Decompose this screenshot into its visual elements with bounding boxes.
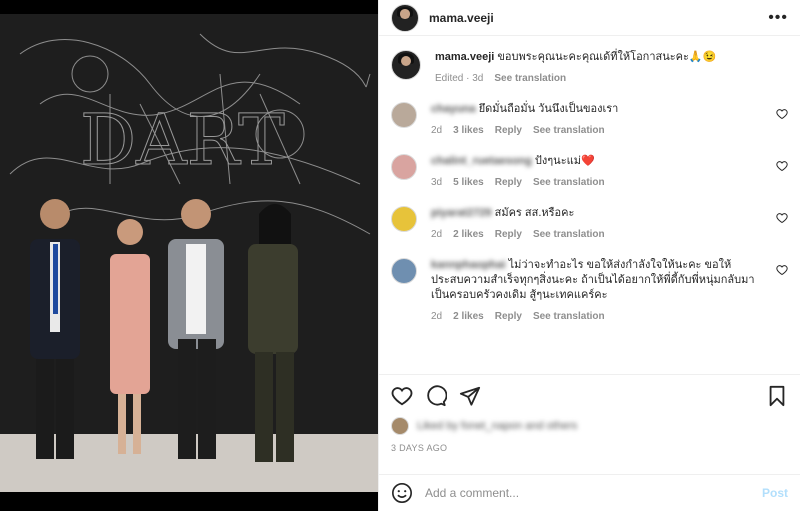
comment-meta: 2d 2 likes Reply See translation [431,229,762,240]
more-horizontal-icon[interactable]: ••• [768,9,788,27]
comment-row: piyarat2729 สมัคร สส.หรือคะ 2d 2 likes R… [391,206,788,240]
comment-heart-icon[interactable] [776,108,788,120]
comments-list[interactable]: mama.veeji ขอบพระคุณนะคะคุณเด้ที่ให้โอกา… [379,36,800,362]
caption-text: mama.veeji ขอบพระคุณนะคะคุณเด้ที่ให้โอกา… [435,50,762,65]
post-viewer: DART mama.veeji ••• mama.veeji ขอบพระคุณ… [0,0,800,511]
caption-row: mama.veeji ขอบพระคุณนะคะคุณเด้ที่ให้โอกา… [391,50,788,84]
post-photo[interactable]: DART [0,0,378,511]
comment-content: สมัคร สส.หรือคะ [494,207,575,219]
caption-body: mama.veeji ขอบพระคุณนะคะคุณเด้ที่ให้โอกา… [435,50,788,84]
author-username[interactable]: mama.veeji [429,11,494,25]
bookmark-icon[interactable] [766,385,788,407]
comment-username[interactable]: piyarat2729 [431,206,492,221]
comment-time: 2d [431,125,443,136]
action-icons [391,385,788,407]
comment-reply-button[interactable]: Reply [495,311,522,322]
comment-content: ยึดมั่นถือมั่น วันนึงเป็นของเรา [478,103,619,115]
caption-username[interactable]: mama.veeji [435,51,494,63]
caption-content: ขอบพระคุณนะคะคุณเด้ที่ให้โอกาสนะคะ🙏😉 [497,51,717,63]
comment-content: ปังๆนะแม่❤️ [534,155,595,167]
comment-username[interactable]: kannphaophai [431,258,506,273]
comment-meta: 2d 2 likes Reply See translation [431,311,762,322]
comment-reply-button[interactable]: Reply [495,177,522,188]
comment-username[interactable]: chalint_ruetaesong [431,154,532,169]
caption-see-translation[interactable]: See translation [494,73,566,84]
comment-text: kannphaophai ไม่ว่าจะทำอะไร ขอให้ส่งกำลั… [431,258,762,303]
group-photo-image: DART [0,14,378,492]
comment-heart-icon[interactable] [776,212,788,224]
comment-see-translation[interactable]: See translation [533,125,605,136]
caption-avatar[interactable] [391,50,421,80]
comment-text: chayuna ยึดมั่นถือมั่น วันนึงเป็นของเรา [431,102,762,117]
comment-see-translation[interactable]: See translation [533,229,605,240]
comment-heart-icon[interactable] [776,264,788,276]
comment-row: kannphaophai ไม่ว่าจะทำอะไร ขอให้ส่งกำลั… [391,258,788,322]
post-date: 3 DAYS AGO [391,443,448,453]
heart-icon[interactable] [391,385,413,407]
comment-time: 3d [431,177,443,188]
comment-avatar[interactable] [391,154,417,180]
comment-icon[interactable] [425,385,447,407]
post-header: mama.veeji ••• [379,0,800,36]
liker-avatar[interactable] [391,417,409,435]
comment-body: chalint_ruetaesong ปังๆนะแม่❤️ 3d 5 like… [431,154,788,188]
share-icon[interactable] [459,385,481,407]
comment-see-translation[interactable]: See translation [533,311,605,322]
comment-avatar[interactable] [391,258,417,284]
comment-likes[interactable]: 2 likes [453,311,484,322]
comment-heart-icon[interactable] [776,160,788,172]
comment-text: chalint_ruetaesong ปังๆนะแม่❤️ [431,154,762,169]
comment-avatar[interactable] [391,102,417,128]
comment-body: piyarat2729 สมัคร สส.หรือคะ 2d 2 likes R… [431,206,788,240]
comment-row: chayuna ยึดมั่นถือมั่น วันนึงเป็นของเรา … [391,102,788,136]
comment-username[interactable]: chayuna [431,102,476,117]
comment-likes[interactable]: 3 likes [453,125,484,136]
svg-text:DART: DART [80,99,285,181]
comment-meta: 2d 3 likes Reply See translation [431,125,762,136]
comment-meta: 3d 5 likes Reply See translation [431,177,762,188]
comment-likes[interactable]: 5 likes [453,177,484,188]
comment-time: 2d [431,311,443,322]
comment-text: piyarat2729 สมัคร สส.หรือคะ [431,206,762,221]
emoji-icon[interactable] [391,482,413,504]
comment-avatar[interactable] [391,206,417,232]
post-comment-button[interactable]: Post [762,486,788,500]
comment-row: chalint_ruetaesong ปังๆนะแม่❤️ 3d 5 like… [391,154,788,188]
comment-likes[interactable]: 2 likes [453,229,484,240]
author-avatar[interactable] [391,3,419,32]
caption-edited: Edited · 3d [435,73,484,84]
add-comment-input[interactable] [425,486,762,500]
comment-reply-button[interactable]: Reply [495,229,522,240]
comment-body: chayuna ยึดมั่นถือมั่น วันนึงเป็นของเรา … [431,102,788,136]
add-comment-bar: Post [379,474,800,511]
comment-see-translation[interactable]: See translation [533,177,605,188]
comment-reply-button[interactable]: Reply [495,125,522,136]
comment-body: kannphaophai ไม่ว่าจะทำอะไร ขอให้ส่งกำลั… [431,258,788,322]
post-details-panel: mama.veeji ••• mama.veeji ขอบพระคุณนะคะค… [378,0,800,511]
liked-by-text[interactable]: Liked by fonet_napon and others [417,420,577,432]
comment-time: 2d [431,229,443,240]
post-actions: Liked by fonet_napon and others 3 DAYS A… [379,374,800,469]
liked-by-row[interactable]: Liked by fonet_napon and others [391,417,788,435]
caption-meta: Edited · 3d See translation [435,73,762,84]
